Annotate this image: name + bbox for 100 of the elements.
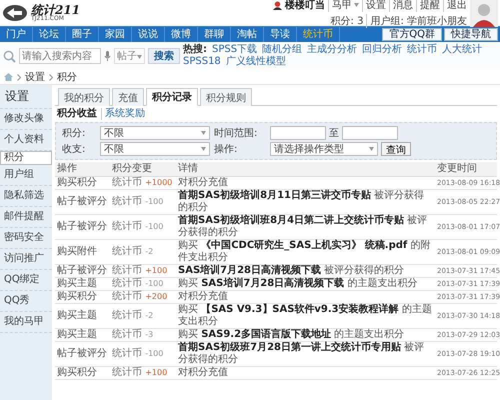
user-icon xyxy=(273,0,282,10)
points-link[interactable]: 积分: 3 xyxy=(330,14,364,28)
home-icon[interactable] xyxy=(4,73,13,81)
tab[interactable]: 充值 xyxy=(112,88,144,106)
nav-button[interactable]: 官方QQ群 xyxy=(382,28,442,41)
action-select[interactable]: 请选择操作类型 xyxy=(270,142,378,156)
table-cell: 统计币 -100 xyxy=(110,190,176,214)
hot-search-link[interactable]: 主成分分析 xyxy=(307,44,358,56)
table-cell: 购买 《中国CDC研究生_SAS上机实习》 统稿.pdf 的附件支出积分 xyxy=(176,240,435,264)
user-menu-link[interactable]: 马甲 xyxy=(328,0,359,12)
avatar-icon[interactable] xyxy=(470,0,498,27)
table-cell: 购买主题 xyxy=(55,304,110,328)
table-cell: 统计币 +100 xyxy=(110,366,176,380)
table-cell: 对积分充值 xyxy=(176,290,435,304)
search-button[interactable]: 搜索 xyxy=(148,48,180,64)
end-date-field[interactable] xyxy=(342,126,398,140)
table-cell: 购买 SAS培训7月28日高清视频下载 的主题支出积分 xyxy=(176,278,435,290)
tab[interactable]: 积分规则 xyxy=(200,88,252,106)
search-scope-dropdown[interactable]: 帖子 xyxy=(114,48,145,64)
hot-search-link[interactable]: 回归分析 xyxy=(362,44,402,56)
flow-select[interactable]: 不限 xyxy=(100,142,210,156)
table-cell: 统计币 -2 xyxy=(110,240,176,264)
table-cell: 统计币 -100 xyxy=(110,342,176,366)
hot-search-link[interactable]: 统计币 xyxy=(407,44,438,56)
hot-search-link[interactable]: SPSS18 xyxy=(183,56,221,68)
hot-search-link[interactable]: 广义线性模型 xyxy=(226,56,286,68)
table-cell: 帖子被评分 xyxy=(55,190,110,214)
query-button[interactable]: 查询 xyxy=(381,142,411,156)
chevron-icon xyxy=(49,74,53,80)
caret-icon xyxy=(354,3,359,8)
nav-button[interactable]: 快捷导航 xyxy=(444,28,498,41)
table-cell: 统计币 +200 xyxy=(110,290,176,304)
table-cell: 统计币 +1000 xyxy=(110,176,176,190)
table-cell: 购买 SAS9.2多国语言版下载地址 的主题支出积分 xyxy=(176,328,435,342)
table-cell: 购买 【SAS V9.3】SAS软件v9.3安装教程详解 的主题支出积分 xyxy=(176,304,435,328)
sidebar-item[interactable]: 密码安全 xyxy=(0,228,52,249)
tab[interactable]: 我的积分 xyxy=(58,88,110,106)
table-cell: 统计币 -100 xyxy=(110,278,176,290)
sidebar-item[interactable]: QQ绑定 xyxy=(0,270,52,291)
user-menu-link[interactable]: 退出 xyxy=(443,0,467,12)
table-cell: 统计币 -2 xyxy=(110,304,176,328)
search-icon xyxy=(3,50,16,62)
sidebar-item[interactable]: QQ秀 xyxy=(0,291,52,312)
table-cell: 购买主题 xyxy=(55,278,110,290)
table-cell: 购买积分 xyxy=(55,290,110,304)
column-header: 积分变更 xyxy=(110,162,176,176)
column-header: 详情 xyxy=(176,162,435,176)
column-header: 操作 xyxy=(55,162,110,176)
table-cell: 购买积分 xyxy=(55,366,110,380)
column-header: 变更时间 xyxy=(435,162,497,176)
time-range-label: 时间范围: xyxy=(214,126,258,140)
table-cell: 首期SAS初级培训班8月4日第二讲上交统计币专贴 被评分获得的积分 xyxy=(176,214,435,240)
microphone-icon[interactable] xyxy=(104,51,111,61)
hot-search-link[interactable]: 人大统计 xyxy=(442,44,482,56)
sidebar-item[interactable]: 用户组 xyxy=(0,165,52,186)
points-select[interactable]: 不限 xyxy=(100,126,210,140)
range-separator: 至 xyxy=(329,127,339,140)
subtab-link[interactable]: 系统奖励 xyxy=(101,108,145,120)
user-menu-link[interactable]: 消息 xyxy=(389,0,413,12)
breadcrumb-link[interactable]: 积分 xyxy=(57,70,77,84)
flow-label: 收支: xyxy=(62,142,86,156)
table-cell: 统计币 -100 xyxy=(110,214,176,240)
table-cell: 购买附件 xyxy=(55,240,110,264)
hot-search-link[interactable]: SPSS下载 xyxy=(212,44,258,56)
hot-search-link[interactable]: 随机分组 xyxy=(262,44,302,56)
table-cell: 帖子被评分 xyxy=(55,342,110,366)
table-cell: 对积分充值 xyxy=(176,176,435,190)
sidebar-item[interactable]: 访问推广 xyxy=(0,249,52,270)
table-cell: SAS培训7月28日高清视频下载 被评分获得的积分 xyxy=(176,264,435,278)
table-cell: 帖子被评分 xyxy=(55,214,110,240)
table-cell: 统计币 -3 xyxy=(110,328,176,342)
caret-icon xyxy=(201,147,206,151)
points-label: 积分: xyxy=(62,127,86,140)
site-logo-title[interactable]: 统计211 xyxy=(31,4,80,16)
tab[interactable]: 积分记录 xyxy=(146,88,198,106)
table-cell: 首期SAS初级班7月28日第一讲上交统计币专用贴 被评分获得的积分 xyxy=(176,342,435,366)
breadcrumb-link[interactable]: 设置 xyxy=(25,70,45,84)
sidebar-item[interactable]: 修改头像 xyxy=(0,109,52,130)
table-cell: 统计币 +100 xyxy=(110,264,176,278)
caret-icon xyxy=(201,131,206,135)
hot-search-label: 热搜: xyxy=(183,44,207,56)
user-menu-link[interactable]: 提醒 xyxy=(416,0,440,12)
sidebar-item[interactable]: 积分 xyxy=(0,151,52,165)
action-label: 操作: xyxy=(214,143,238,156)
sidebar-item[interactable]: 我的马甲 xyxy=(0,312,52,333)
chevron-icon xyxy=(17,74,21,80)
subtab-link[interactable]: 积分收益 xyxy=(57,108,97,120)
sidebar-item[interactable]: 隐私筛选 xyxy=(0,186,52,207)
table-cell: 购买主题 xyxy=(55,328,110,342)
caret-icon xyxy=(137,55,142,59)
table-cell: 对积分充值 xyxy=(176,366,435,380)
search-field[interactable]: 请输入搜索内容 xyxy=(19,48,101,64)
sidebar-title: 设置 xyxy=(0,85,52,109)
caret-icon xyxy=(369,147,374,151)
table-cell: 购买积分 xyxy=(55,176,110,190)
table-cell: 首期SAS初级培训8月11日第三讲交币专贴 被评分获得的积分 xyxy=(176,190,435,214)
sidebar-item[interactable]: 邮件提醒 xyxy=(0,207,52,228)
table-cell: 帖子被评分 xyxy=(55,264,110,278)
start-date-field[interactable] xyxy=(270,126,326,140)
user-menu-link[interactable]: 设置 xyxy=(362,0,386,12)
